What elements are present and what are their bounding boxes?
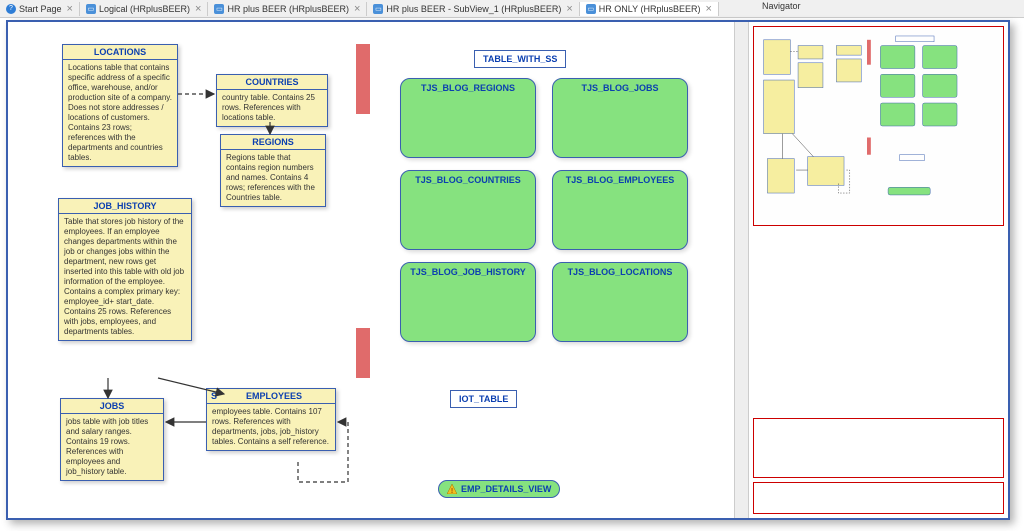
- red-marker: [356, 44, 370, 114]
- warning-icon: !: [447, 484, 457, 494]
- entity-locations[interactable]: LOCATIONS Locations table that contains …: [62, 44, 178, 167]
- pill-label: EMP_DETAILS_VIEW: [461, 484, 551, 494]
- entity-regions[interactable]: REGIONS Regions table that contains regi…: [220, 134, 326, 207]
- close-icon[interactable]: ×: [67, 3, 73, 15]
- close-icon[interactable]: ×: [566, 3, 572, 15]
- entity-employees[interactable]: S EMPLOYEES employees table. Contains 10…: [206, 388, 336, 451]
- red-marker: [356, 328, 370, 378]
- entity-title: COUNTRIES: [217, 75, 327, 90]
- entity-title-prefix: S: [211, 391, 217, 401]
- green-regions[interactable]: TJS_BLOG_REGIONS: [400, 78, 536, 158]
- tab-hr-plus-beer[interactable]: ▭ HR plus BEER (HRplusBEER) ×: [208, 2, 367, 16]
- label-iot-table[interactable]: IOT_TABLE: [450, 390, 517, 408]
- view-emp-details[interactable]: ! EMP_DETAILS_VIEW: [438, 480, 560, 498]
- green-title: TJS_BLOG_JOBS: [553, 79, 687, 97]
- entity-title-text: EMPLOYEES: [246, 391, 302, 401]
- green-title: TJS_BLOG_REGIONS: [401, 79, 535, 97]
- close-icon[interactable]: ×: [195, 3, 201, 15]
- entity-body: Locations table that contains specific a…: [63, 60, 177, 166]
- tab-label: HR plus BEER - SubView_1 (HRplusBEER): [386, 4, 561, 14]
- vertical-scrollbar[interactable]: [734, 22, 748, 518]
- navigator-minimap[interactable]: [753, 26, 1004, 226]
- label-table-with-ss[interactable]: TABLE_WITH_SS: [474, 50, 566, 68]
- green-title: TJS_BLOG_JOB_HISTORY: [401, 263, 535, 281]
- entity-title: JOBS: [61, 399, 163, 414]
- green-title: TJS_BLOG_EMPLOYEES: [553, 171, 687, 189]
- navigator-title: Navigator: [762, 1, 801, 11]
- entity-jobs[interactable]: JOBS jobs table with job titles and sala…: [60, 398, 164, 481]
- tab-label: HR ONLY (HRplusBEER): [599, 4, 701, 14]
- close-icon[interactable]: ×: [705, 3, 711, 15]
- tab-bar: ? Start Page × ▭ Logical (HRplusBEER) × …: [0, 0, 1024, 18]
- diagram-icon: ▭: [214, 4, 224, 14]
- diagram-icon: ▭: [586, 4, 596, 14]
- entity-title: S EMPLOYEES: [207, 389, 335, 404]
- tab-hr-only[interactable]: ▭ HR ONLY (HRplusBEER) ×: [580, 2, 719, 16]
- tab-label: Start Page: [19, 4, 62, 14]
- help-icon: ?: [6, 4, 16, 14]
- navigator-pane: [748, 22, 1008, 518]
- tab-subview[interactable]: ▭ HR plus BEER - SubView_1 (HRplusBEER) …: [367, 2, 579, 16]
- entity-body: country table. Contains 25 rows. Referen…: [217, 90, 327, 126]
- diagram-icon: ▭: [373, 4, 383, 14]
- green-title: TJS_BLOG_COUNTRIES: [401, 171, 535, 189]
- entity-body: Regions table that contains region numbe…: [221, 150, 325, 206]
- diagram-canvas[interactable]: LOCATIONS Locations table that contains …: [8, 22, 748, 518]
- entity-countries[interactable]: COUNTRIES country table. Contains 25 row…: [216, 74, 328, 127]
- main-frame: LOCATIONS Locations table that contains …: [6, 20, 1010, 520]
- navigator-region: [753, 418, 1004, 478]
- green-countries[interactable]: TJS_BLOG_COUNTRIES: [400, 170, 536, 250]
- entity-title: LOCATIONS: [63, 45, 177, 60]
- green-locations[interactable]: TJS_BLOG_LOCATIONS: [552, 262, 688, 342]
- close-icon[interactable]: ×: [354, 3, 360, 15]
- diagram-icon: ▭: [86, 4, 96, 14]
- entity-title: JOB_HISTORY: [59, 199, 191, 214]
- entity-body: employees table. Contains 107 rows. Refe…: [207, 404, 335, 450]
- green-job-history[interactable]: TJS_BLOG_JOB_HISTORY: [400, 262, 536, 342]
- entity-job-history[interactable]: JOB_HISTORY Table that stores job histor…: [58, 198, 192, 341]
- entity-body: Table that stores job history of the emp…: [59, 214, 191, 340]
- tab-start-page[interactable]: ? Start Page ×: [0, 2, 80, 16]
- entity-title: REGIONS: [221, 135, 325, 150]
- green-jobs[interactable]: TJS_BLOG_JOBS: [552, 78, 688, 158]
- tab-label: Logical (HRplusBEER): [99, 4, 190, 14]
- green-employees[interactable]: TJS_BLOG_EMPLOYEES: [552, 170, 688, 250]
- green-title: TJS_BLOG_LOCATIONS: [553, 263, 687, 281]
- svg-text:!: !: [451, 488, 453, 494]
- entity-body: jobs table with job titles and salary ra…: [61, 414, 163, 480]
- tab-logical[interactable]: ▭ Logical (HRplusBEER) ×: [80, 2, 208, 16]
- tab-label: HR plus BEER (HRplusBEER): [227, 4, 349, 14]
- navigator-region: [753, 482, 1004, 514]
